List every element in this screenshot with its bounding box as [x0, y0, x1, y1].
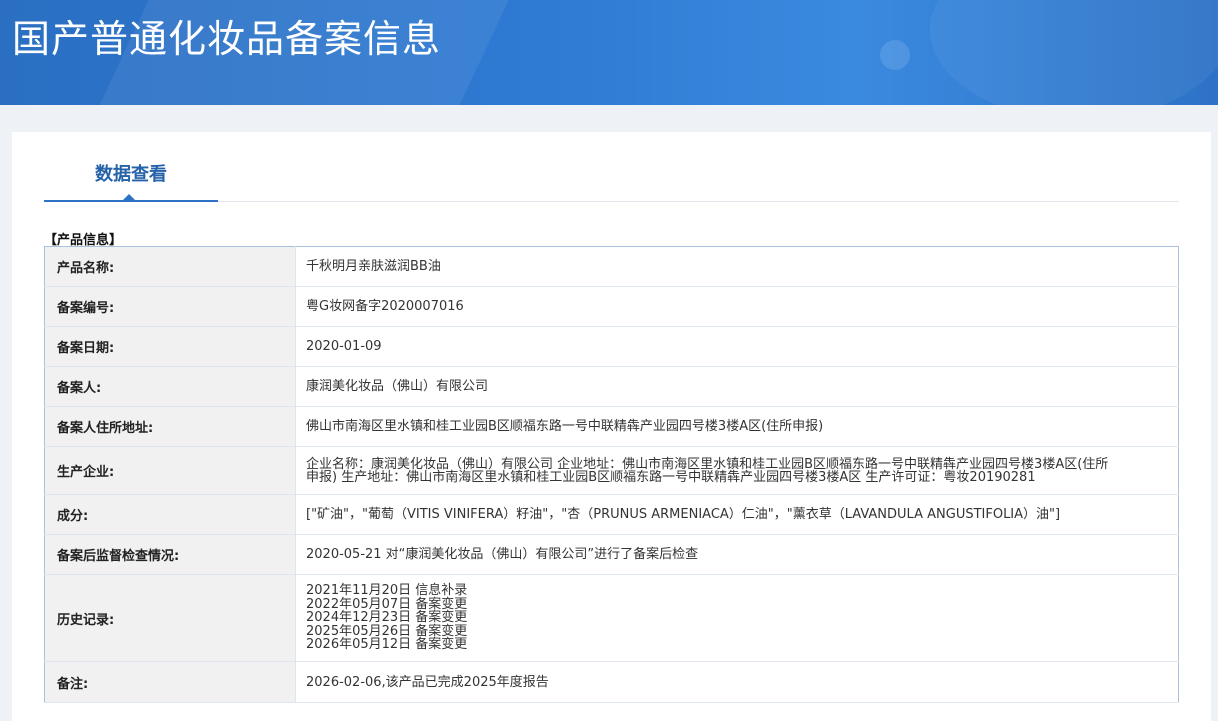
- banner-decoration: [930, 0, 1218, 105]
- row-value: 粤G妆网备字2020007016: [295, 286, 1179, 327]
- banner-decoration: [880, 40, 910, 70]
- tab-label: 数据查看: [95, 164, 167, 185]
- table-row: 备注: 2026-02-06,该产品已完成2025年度报告: [44, 661, 1179, 703]
- row-value: 企业名称：康润美化妆品（佛山）有限公司 企业地址：佛山市南海区里水镇和桂工业园B…: [295, 446, 1179, 495]
- content-panel: 数据查看 【产品信息】 产品名称: 千秋明月亲肤滋润BB油 备案编号: 粤G妆网…: [12, 132, 1211, 721]
- table-row: 备案编号: 粤G妆网备字2020007016: [44, 286, 1179, 327]
- row-value: 千秋明月亲肤滋润BB油: [295, 246, 1179, 287]
- table-row: 产品名称: 千秋明月亲肤滋润BB油: [44, 246, 1179, 287]
- row-value: 佛山市南海区里水镇和桂工业园B区顺福东路一号中联精犇产业园四号楼3楼A区(住所申…: [295, 406, 1179, 447]
- row-label: 备案人住所地址:: [44, 406, 296, 447]
- table-row: 备案后监督检查情况: 2020-05-21 对“康润美化妆品（佛山）有限公司”进…: [44, 534, 1179, 575]
- history-list: 2021年11月20日 信息补录 2022年05月07日 备案变更 2024年1…: [295, 574, 1179, 662]
- tab-bar: 数据查看: [44, 132, 1179, 202]
- row-label: 成分:: [44, 494, 296, 535]
- row-value: 2026-02-06,该产品已完成2025年度报告: [295, 661, 1179, 703]
- table-row: 备案人住所地址: 佛山市南海区里水镇和桂工业园B区顺福东路一号中联精犇产业园四号…: [44, 406, 1179, 447]
- row-label: 备案编号:: [44, 286, 296, 327]
- table-row: 成分: ["矿油"，"葡萄（VITIS VINIFERA）籽油"，"杏（PRUN…: [44, 494, 1179, 535]
- row-value: 2020-05-21 对“康润美化妆品（佛山）有限公司”进行了备案后检查: [295, 534, 1179, 575]
- row-label: 备注:: [44, 661, 296, 703]
- tab-active-caret-icon: [122, 194, 136, 201]
- history-entry: 2024年12月23日 备案变更: [306, 610, 468, 626]
- table-row: 备案日期: 2020-01-09: [44, 326, 1179, 367]
- table-row: 历史记录: 2021年11月20日 信息补录 2022年05月07日 备案变更 …: [44, 574, 1179, 662]
- page-title: 国产普通化妆品备案信息: [12, 17, 442, 61]
- row-label: 备案后监督检查情况:: [44, 534, 296, 575]
- header-banner: 国产普通化妆品备案信息: [0, 0, 1218, 105]
- product-info-table: 产品名称: 千秋明月亲肤滋润BB油 备案编号: 粤G妆网备字2020007016…: [44, 246, 1179, 703]
- table-row: 备案人: 康润美化妆品（佛山）有限公司: [44, 366, 1179, 407]
- row-label: 生产企业:: [44, 446, 296, 495]
- row-label: 备案日期:: [44, 326, 296, 367]
- row-value: 康润美化妆品（佛山）有限公司: [295, 366, 1179, 407]
- row-label: 历史记录:: [44, 574, 296, 662]
- history-entry: 2026年05月12日 备案变更: [306, 637, 468, 653]
- table-row: 生产企业: 企业名称：康润美化妆品（佛山）有限公司 企业地址：佛山市南海区里水镇…: [44, 446, 1179, 495]
- row-label: 备案人:: [44, 366, 296, 407]
- row-label: 产品名称:: [44, 246, 296, 287]
- history-entry: 2021年11月20日 信息补录: [306, 583, 468, 599]
- tab-data-view[interactable]: 数据查看: [44, 132, 218, 202]
- row-value: ["矿油"，"葡萄（VITIS VINIFERA）籽油"，"杏（PRUNUS A…: [295, 494, 1179, 535]
- row-value: 2020-01-09: [295, 326, 1179, 367]
